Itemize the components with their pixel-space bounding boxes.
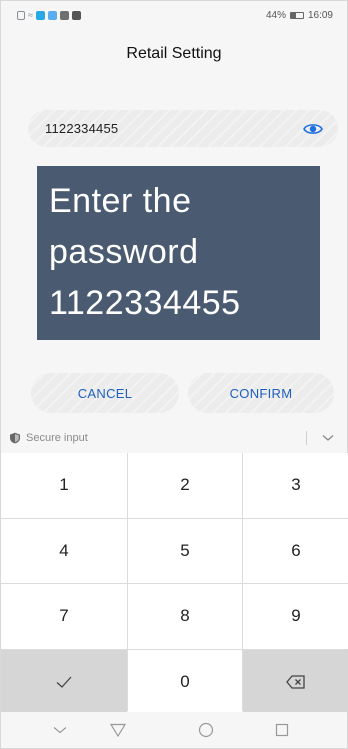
status-bar: ≈ 44% 16:09 <box>1 1 347 29</box>
key-1[interactable]: 1 <box>1 453 127 518</box>
status-right: 44% 16:09 <box>266 10 333 21</box>
overlay-line-1: Enter the <box>49 182 192 220</box>
key-2[interactable]: 2 <box>128 453 242 518</box>
battery-percent: 44% <box>265 9 286 21</box>
back-icon[interactable] <box>89 712 147 748</box>
done-key[interactable] <box>1 649 127 714</box>
key-0[interactable]: 0 <box>128 649 242 714</box>
password-field[interactable]: 1122334455 <box>28 110 338 147</box>
key-5[interactable]: 5 <box>128 518 242 583</box>
key-3[interactable]: 3 <box>243 453 348 518</box>
overlay-line-3: 1122334455 <box>49 284 241 322</box>
secure-input-bar: Secure input <box>1 426 347 450</box>
show-password-eye-icon[interactable] <box>302 121 324 137</box>
instruction-overlay: Enter the password 1122334455 <box>37 166 320 340</box>
clock: 16:09 <box>307 9 333 21</box>
confirm-button[interactable]: CONFIRM <box>188 373 334 413</box>
divider <box>306 431 307 445</box>
numeric-keypad: 1 2 3 4 5 6 7 8 9 0 <box>1 453 348 714</box>
navigation-bar <box>1 712 347 748</box>
backspace-icon <box>286 675 305 689</box>
battery-icon <box>289 11 304 19</box>
key-4[interactable]: 4 <box>1 518 127 583</box>
phone-screen: ≈ 44% 16:09 Retail Setting 1122334455 En… <box>0 0 348 749</box>
key-7[interactable]: 7 <box>1 584 127 649</box>
wifi-icon: ≈ <box>28 10 33 20</box>
app-icon-gray <box>59 10 69 20</box>
notification-icons: ≈ <box>17 10 81 20</box>
secure-input-label: Secure input <box>9 432 306 444</box>
key-9[interactable]: 9 <box>243 584 348 649</box>
notification-icon <box>17 10 25 20</box>
hide-keyboard-icon[interactable] <box>31 712 89 748</box>
chevron-down-icon[interactable] <box>321 431 335 445</box>
cancel-button[interactable]: CANCEL <box>31 373 179 413</box>
page-title: Retail Setting <box>126 45 222 62</box>
app-icon-dark <box>71 10 81 20</box>
checkmark-icon <box>56 676 72 688</box>
key-8[interactable]: 8 <box>128 584 242 649</box>
backspace-key[interactable] <box>243 649 348 714</box>
key-6[interactable]: 6 <box>243 518 348 583</box>
secure-input-text: Secure input <box>26 432 88 444</box>
home-icon[interactable] <box>177 712 235 748</box>
recents-icon[interactable] <box>253 712 311 748</box>
overlay-line-2: password <box>49 233 199 271</box>
app-icon-blue <box>35 10 45 20</box>
password-input-value[interactable]: 1122334455 <box>45 121 302 136</box>
app-icon-lightblue <box>47 10 57 20</box>
shield-icon <box>10 432 20 444</box>
